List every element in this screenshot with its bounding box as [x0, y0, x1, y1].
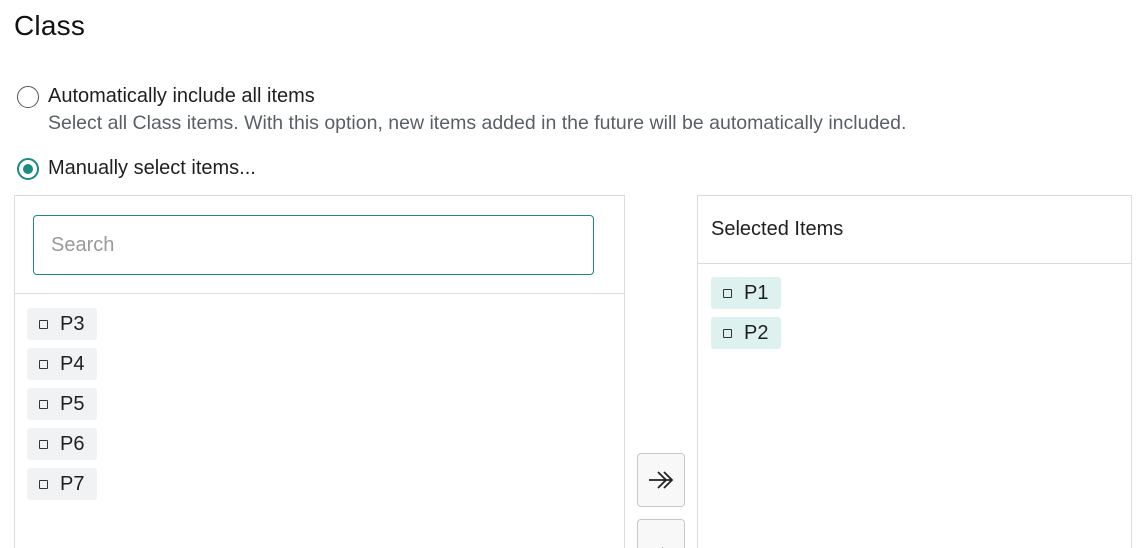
available-items-list: P3 P4 P5 P6 P7 — [27, 308, 98, 500]
auto-include-description: Select all Class items. With this option… — [48, 112, 907, 134]
manual-select-radio[interactable] — [17, 157, 39, 180]
selected-items-panel: Selected Items P1 P2 — [697, 195, 1132, 548]
square-icon — [723, 288, 732, 298]
list-item[interactable]: P3 — [27, 308, 98, 340]
square-icon — [39, 359, 48, 369]
auto-include-label: Automatically include all items — [48, 85, 315, 107]
manual-select-option[interactable]: Manually select items... — [17, 157, 256, 180]
list-item[interactable]: P6 — [27, 428, 98, 460]
item-label: P4 — [60, 352, 85, 375]
item-label: P2 — [744, 321, 769, 344]
item-label: P5 — [60, 392, 85, 415]
move-right-button[interactable] — [637, 519, 685, 548]
auto-include-option[interactable]: Automatically include all items — [17, 85, 315, 108]
list-item[interactable]: P4 — [27, 348, 98, 380]
selected-items-list: P1 P2 — [711, 277, 782, 349]
search-area — [15, 196, 624, 294]
square-icon — [723, 328, 732, 338]
item-label: P6 — [60, 432, 85, 455]
square-icon — [39, 439, 48, 449]
search-input[interactable] — [33, 215, 594, 275]
square-icon — [39, 399, 48, 409]
item-label: P1 — [744, 281, 769, 304]
list-item[interactable]: P5 — [27, 388, 98, 420]
available-items-panel: P3 P4 P5 P6 P7 — [14, 195, 625, 548]
selected-items-header: Selected Items — [698, 196, 1131, 264]
item-label: P7 — [60, 472, 85, 495]
double-arrow-right-icon — [649, 471, 674, 489]
item-label: P3 — [60, 312, 85, 335]
manual-select-label: Manually select items... — [48, 157, 256, 179]
page-title: Class — [14, 10, 86, 41]
list-item[interactable]: P7 — [27, 468, 98, 500]
list-item[interactable]: P1 — [711, 277, 782, 309]
move-all-right-button[interactable] — [637, 453, 685, 507]
square-icon — [39, 319, 48, 329]
list-item[interactable]: P2 — [711, 317, 782, 349]
auto-include-radio[interactable] — [17, 85, 39, 108]
square-icon — [39, 479, 48, 489]
